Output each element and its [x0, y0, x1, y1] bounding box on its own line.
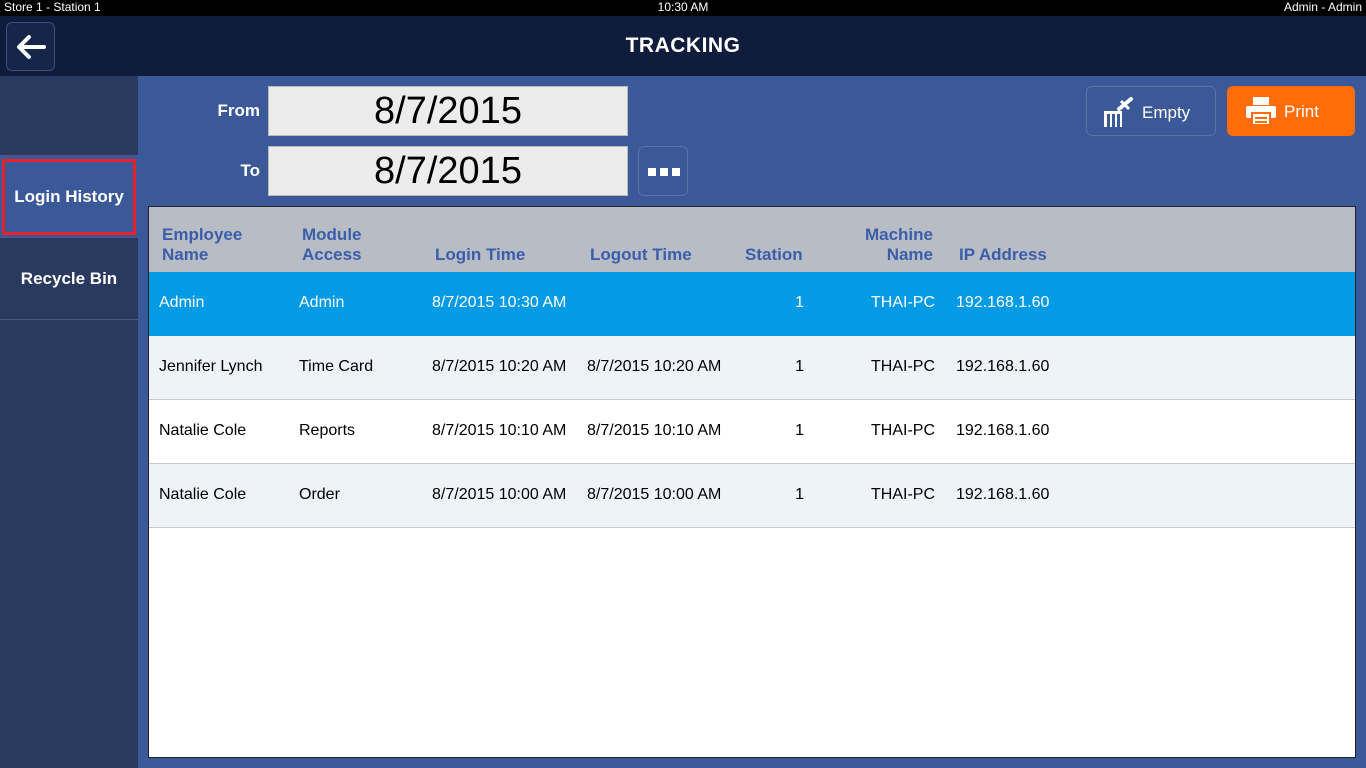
employee-name-cell: Admin	[159, 294, 205, 311]
ip-address-cell: 192.168.1.60	[956, 422, 1050, 439]
column-header-ip-address[interactable]: IP Address	[959, 245, 1047, 265]
station-cell: 1	[795, 358, 804, 375]
column-header-logout-time[interactable]: Logout Time	[590, 245, 692, 265]
column-header-employee-name[interactable]: Employee Name	[162, 225, 242, 265]
user-label: Admin - Admin	[1283, 0, 1362, 14]
sidebar-item-label: Login History	[14, 187, 124, 206]
from-label: From	[217, 101, 261, 120]
ip-address-cell: 192.168.1.60	[956, 358, 1050, 375]
to-date-field[interactable]: 8/7/2015	[268, 146, 628, 196]
table-header: Employee Name Module Access Login Time L…	[149, 207, 1355, 272]
login-time-cell: 8/7/2015 10:30 AM	[432, 294, 567, 311]
machine-name-cell: THAI-PC	[871, 294, 935, 311]
table-row[interactable]: Jennifer Lynch Time Card 8/7/2015 10:20 …	[149, 336, 1355, 400]
login-time-cell: 8/7/2015 10:20 AM	[432, 358, 567, 375]
employee-name-cell: Jennifer Lynch	[159, 358, 263, 375]
station-cell: 1	[795, 294, 804, 311]
table-row[interactable]: Natalie Cole Reports 8/7/2015 10:10 AM 8…	[149, 400, 1355, 464]
login-time-cell: 8/7/2015 10:00 AM	[432, 486, 567, 503]
column-header-machine-name[interactable]: Machine Name	[839, 225, 933, 265]
printer-icon	[1246, 97, 1276, 126]
more-dots-icon	[648, 168, 680, 176]
title-bar: TRACKING	[0, 16, 1366, 76]
module-cell: Admin	[299, 294, 345, 311]
logout-time-cell: 8/7/2015 10:00 AM	[587, 486, 722, 503]
empty-button[interactable]: Empty	[1086, 86, 1216, 136]
machine-name-cell: THAI-PC	[871, 486, 935, 503]
clock: 10:30 AM	[657, 0, 709, 14]
module-cell: Order	[299, 486, 340, 503]
login-history-table: Employee Name Module Access Login Time L…	[148, 206, 1356, 758]
table-row[interactable]: Natalie Cole Order 8/7/2015 10:00 AM 8/7…	[149, 464, 1355, 528]
ip-address-cell: 192.168.1.60	[956, 294, 1050, 311]
sidebar-spacer	[0, 76, 138, 156]
station-cell: 1	[795, 486, 804, 503]
print-button[interactable]: Print	[1227, 86, 1355, 136]
column-header-login-time[interactable]: Login Time	[435, 245, 525, 265]
logout-time-cell: 8/7/2015 10:20 AM	[587, 358, 722, 375]
from-date-field[interactable]: 8/7/2015	[268, 86, 628, 136]
employee-name-cell: Natalie Cole	[159, 422, 247, 439]
column-header-module-access[interactable]: Module Access	[302, 225, 362, 265]
sidebar: Login History Recycle Bin	[0, 76, 138, 768]
status-bar: Store 1 - Station 1 10:30 AM Admin - Adm…	[0, 0, 1366, 16]
sidebar-item-recycle-bin[interactable]: Recycle Bin	[0, 238, 138, 320]
date-picker-button[interactable]	[638, 146, 688, 196]
sidebar-item-login-history[interactable]: Login History	[0, 156, 138, 238]
machine-name-cell: THAI-PC	[871, 422, 935, 439]
employee-name-cell: Natalie Cole	[159, 486, 247, 503]
column-header-station[interactable]: Station	[745, 245, 803, 265]
module-cell: Time Card	[299, 358, 374, 375]
machine-name-cell: THAI-PC	[871, 358, 935, 375]
ip-address-cell: 192.168.1.60	[956, 486, 1050, 503]
print-button-label: Print	[1284, 102, 1319, 121]
login-time-cell: 8/7/2015 10:10 AM	[432, 422, 567, 439]
sidebar-item-label: Recycle Bin	[20, 269, 118, 288]
to-label: To	[240, 161, 260, 180]
trash-clear-icon	[1104, 97, 1133, 127]
table-row[interactable]: Admin Admin 8/7/2015 10:30 AM 1 THAI-PC …	[149, 272, 1355, 336]
logout-time-cell: 8/7/2015 10:10 AM	[587, 422, 722, 439]
empty-button-label: Empty	[1142, 103, 1191, 122]
module-cell: Reports	[299, 422, 356, 439]
page-title: TRACKING	[625, 34, 741, 57]
station-cell: 1	[795, 422, 804, 439]
